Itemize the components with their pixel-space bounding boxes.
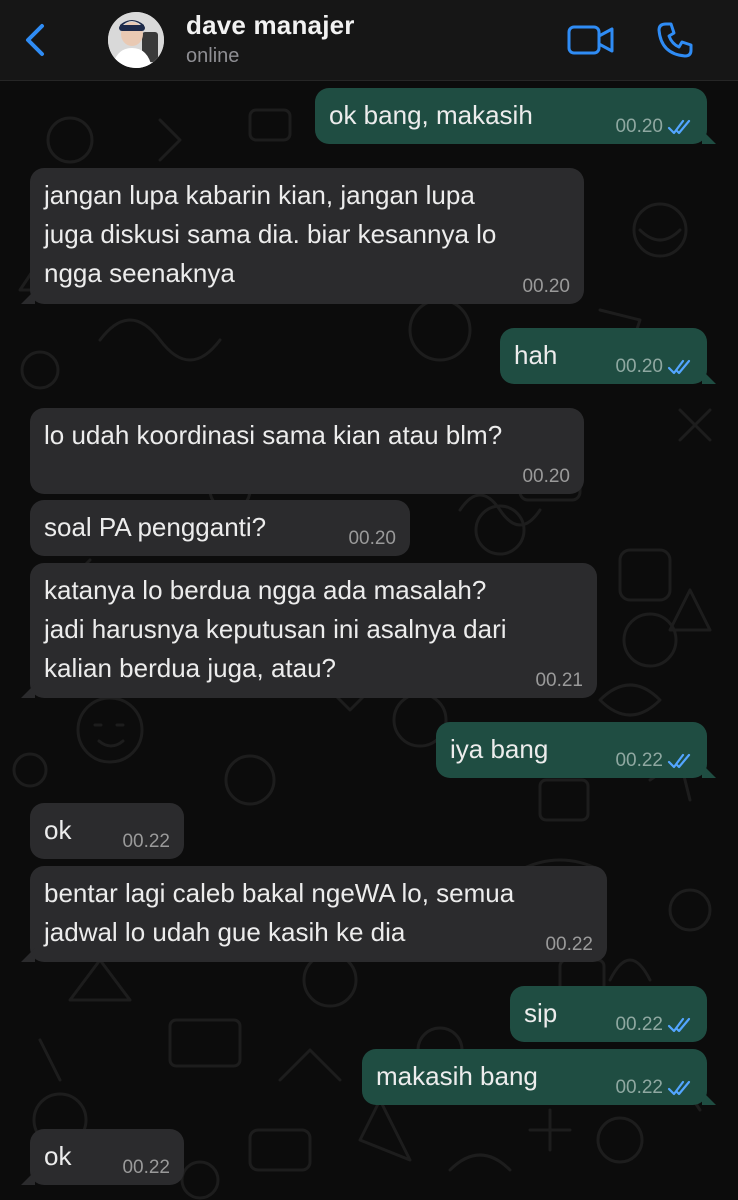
message-text: lo udah koordinasi sama kian atau blm? — [44, 420, 503, 450]
message-time: 00.21 — [535, 670, 583, 691]
message-bubble-incoming[interactable]: ok 00.22 — [30, 803, 184, 859]
message-bubble-incoming[interactable]: ok 00.22 — [21, 1129, 184, 1185]
message-bubble-incoming[interactable]: jangan lupa kabarin kian, jangan lupa ju… — [21, 168, 584, 304]
message-time: 00.22 — [615, 1077, 663, 1098]
message-bubble-incoming[interactable]: bentar lagi caleb bakal ngeWA lo, semua … — [21, 866, 607, 962]
message-time: 00.20 — [522, 276, 570, 297]
message-text-line: juga diskusi sama dia. biar kesannya lo — [44, 219, 497, 249]
video-call-button[interactable] — [566, 22, 616, 58]
double-check-icon — [667, 1017, 691, 1033]
message-text-line: bentar lagi caleb bakal ngeWA lo, semua — [44, 878, 515, 908]
chat-header: dave manajer online — [0, 0, 738, 81]
message-bubble-outgoing[interactable]: makasih bang 00.22 — [362, 1049, 716, 1105]
message-text-line: ngga seenaknya — [44, 258, 235, 288]
avatar-photo — [108, 12, 164, 68]
phone-icon — [657, 22, 693, 58]
message-time: 00.22 — [122, 1157, 170, 1178]
message-time: 00.20 — [348, 528, 396, 549]
message-text-line: kalian berdua juga, atau? — [44, 653, 337, 683]
message-bubble-outgoing[interactable]: iya bang 00.22 — [436, 722, 716, 778]
message-text-line: jadi harusnya keputusan ini asalnya dari — [44, 614, 507, 644]
message-text-line: katanya lo berdua ngga ada masalah? — [44, 575, 487, 605]
back-chevron-icon — [26, 24, 44, 56]
double-check-icon — [667, 1080, 691, 1096]
double-check-icon — [667, 359, 691, 375]
message-text-line: jangan lupa kabarin kian, jangan lupa — [44, 180, 475, 210]
message-time: 00.22 — [615, 750, 663, 771]
message-bubble-outgoing[interactable]: hah 00.20 — [500, 328, 716, 384]
message-text-line: jadwal lo udah gue kasih ke dia — [44, 917, 406, 947]
message-bubble-incoming[interactable]: katanya lo berdua ngga ada masalah? jadi… — [21, 563, 597, 698]
message-bubble-incoming[interactable]: lo udah koordinasi sama kian atau blm? 0… — [30, 408, 584, 494]
message-bubble-incoming[interactable]: soal PA pengganti? 00.20 — [30, 500, 410, 556]
contact-status: online — [186, 45, 240, 67]
message-text: soal PA pengganti? — [44, 512, 267, 542]
voice-call-button[interactable] — [655, 20, 695, 60]
message-bubble-outgoing[interactable]: sip 00.22 — [510, 986, 707, 1042]
message-time: 00.22 — [615, 1014, 663, 1035]
message-bubble-outgoing[interactable]: ok bang, makasih 00.20 — [315, 88, 716, 144]
message-time: 00.22 — [122, 831, 170, 852]
double-check-icon — [667, 753, 691, 769]
message-time: 00.20 — [615, 116, 663, 137]
chat-screen: dave manajer online ok bang, makasih 00.… — [0, 0, 738, 1200]
video-call-icon — [567, 25, 614, 55]
message-time: 00.22 — [545, 934, 593, 955]
message-time: 00.20 — [522, 466, 570, 487]
double-check-icon — [667, 119, 691, 135]
contact-avatar[interactable] — [108, 12, 164, 68]
message-time: 00.20 — [615, 356, 663, 377]
contact-name[interactable]: dave manajer — [186, 10, 355, 41]
back-button[interactable] — [18, 22, 52, 58]
